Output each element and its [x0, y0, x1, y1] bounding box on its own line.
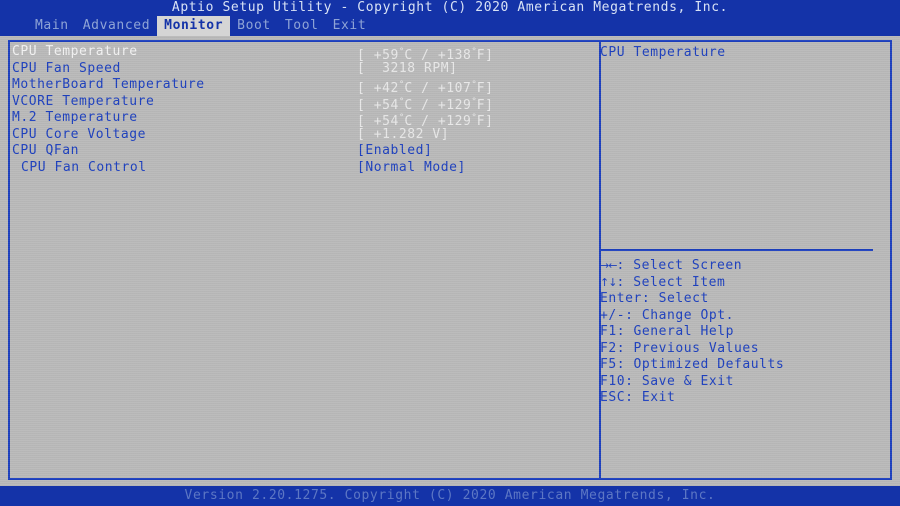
degree-icon: °: [471, 47, 477, 57]
content-area: CPU Temperature[ +59°C / +138°F] CPU Fan …: [0, 36, 900, 486]
setting-row[interactable]: M.2 Temperature[ +54°C / +129°F]: [12, 110, 582, 129]
degree-icon: °: [471, 113, 477, 123]
key-legend-text: F2: Previous Values: [600, 340, 760, 356]
menu-item-boot[interactable]: Boot: [230, 16, 278, 36]
setting-row[interactable]: VCORE Temperature[ +54°C / +129°F]: [12, 93, 582, 113]
help-panel-title: CPU Temperature: [600, 45, 726, 60]
setting-row[interactable]: CPU QFan [Enabled]: [12, 143, 582, 160]
key-legend-text: : Select Item: [616, 274, 726, 290]
setting-label: CPU Temperature: [12, 44, 138, 59]
key-legend-row: ESC: Exit: [600, 390, 878, 407]
key-legend-row: →←: Select Screen: [600, 258, 878, 275]
setting-row[interactable]: CPU Fan Speed [ 3218 RPM]: [12, 61, 582, 78]
menu-item-advanced[interactable]: Advanced: [76, 16, 157, 36]
degree-icon: °: [471, 80, 477, 90]
setting-row[interactable]: MotherBoard Temperature[ +42°C / +107°F]: [12, 77, 582, 96]
key-legend-text: ESC: Exit: [600, 390, 676, 405]
utility-title: Aptio Setup Utility - Copyright (C) 2020…: [0, 0, 900, 16]
menu-item-main[interactable]: Main: [28, 16, 76, 36]
help-panel: CPU Temperature →←: Select Screen ↑↓: Sel…: [600, 44, 878, 405]
setting-label: MotherBoard Temperature: [12, 77, 205, 92]
setting-readonly-value: [ +1.282 V]: [357, 126, 450, 142]
key-legend-row: +/-: Change Opt.: [600, 308, 878, 325]
setting-label: CPU Fan Speed: [12, 60, 121, 76]
setting-label: M.2 Temperature: [12, 110, 138, 125]
key-legend-text: : Select Screen: [616, 258, 743, 273]
degree-icon: °: [398, 47, 405, 57]
degree-icon: °: [398, 80, 405, 90]
degree-icon: °: [398, 113, 405, 123]
key-legend-row: F5: Optimized Defaults: [600, 357, 878, 374]
menu-item-monitor[interactable]: Monitor: [157, 16, 231, 36]
degree-icon: °: [471, 96, 477, 107]
degree-icon: °: [398, 96, 405, 107]
key-legend-text: F1: General Help: [600, 324, 735, 339]
version-footer: Version 2.20.1275. Copyright (C) 2020 Am…: [0, 486, 900, 506]
settings-list: CPU Temperature[ +59°C / +138°F] CPU Fan …: [12, 44, 582, 176]
key-legend: →←: Select Screen ↑↓: Select Item Enter: S…: [600, 258, 878, 407]
key-legend-row: F1: General Help: [600, 324, 878, 341]
setting-row[interactable]: CPU Temperature[ +59°C / +138°F]: [12, 44, 582, 63]
setting-row[interactable]: CPU Fan Control [Normal Mode]: [12, 160, 582, 177]
menu-item-exit[interactable]: Exit: [326, 16, 374, 36]
key-legend-row: F2: Previous Values: [600, 341, 878, 358]
setting-option-value[interactable]: [Enabled]: [357, 143, 432, 160]
key-legend-row: ↑↓: Select Item: [600, 275, 878, 292]
key-legend-text: +/-: Change Opt.: [600, 307, 735, 323]
setting-label: CPU QFan: [12, 143, 80, 158]
help-separator: [601, 249, 873, 251]
key-legend-text: F10: Save & Exit: [600, 373, 735, 389]
arrow-vertical-icon: ↑↓: [600, 275, 617, 289]
bios-setup-screen: Aptio Setup Utility - Copyright (C) 2020…: [0, 0, 900, 506]
menu-item-tool[interactable]: Tool: [278, 16, 326, 36]
setting-label: CPU Core Voltage: [12, 126, 147, 142]
arrow-horizontal-icon: →←: [600, 259, 617, 272]
setting-option-value[interactable]: [Normal Mode]: [357, 160, 466, 177]
key-legend-row: Enter: Select: [600, 291, 878, 308]
setting-label: VCORE Temperature: [12, 93, 155, 109]
key-legend-text: F5: Optimized Defaults: [600, 357, 785, 372]
setting-label: CPU Fan Control: [21, 159, 147, 175]
setting-row[interactable]: CPU Core Voltage [ +1.282 V]: [12, 127, 582, 144]
key-legend-text: Enter: Select: [600, 291, 709, 306]
key-legend-row: F10: Save & Exit: [600, 374, 878, 391]
main-menu-bar: Main Advanced Monitor Boot Tool Exit: [0, 16, 900, 36]
setting-readonly-value: [ 3218 RPM]: [357, 60, 458, 76]
